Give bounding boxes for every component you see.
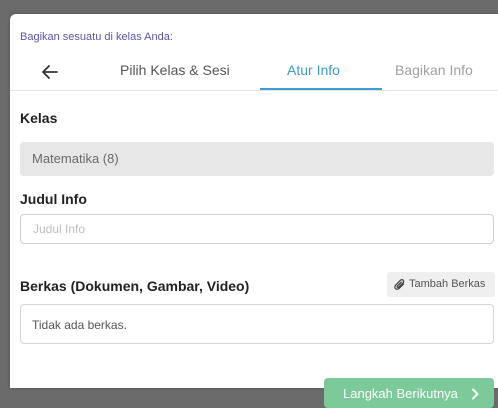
share-dialog: Bagikan sesuatu di kelas Anda: Pilih Kel… <box>10 14 498 408</box>
file-list: Tidak ada berkas. <box>20 304 494 344</box>
add-file-label: Tambah Berkas <box>409 278 486 290</box>
judul-info-input[interactable] <box>20 214 494 244</box>
empty-files-text: Tidak ada berkas. <box>32 318 127 332</box>
next-step-button[interactable]: Langkah Berikutnya <box>324 378 494 408</box>
add-file-button[interactable]: Tambah Berkas <box>387 272 495 297</box>
dialog-title: Bagikan sesuatu di kelas Anda: <box>20 31 173 43</box>
tab-atur-info[interactable]: Atur Info <box>287 62 340 78</box>
next-step-label: Langkah Berikutnya <box>343 386 458 401</box>
chevron-right-icon <box>472 388 479 400</box>
dialog-header: Bagikan sesuatu di kelas Anda: Pilih Kel… <box>10 14 498 90</box>
kelas-label: Kelas <box>20 110 58 126</box>
step-tabs: Pilih Kelas & Sesi Atur Info Bagikan Inf… <box>10 60 498 90</box>
back-button[interactable] <box>38 60 62 84</box>
paperclip-icon <box>394 279 405 290</box>
tab-pilih-kelas[interactable]: Pilih Kelas & Sesi <box>120 62 230 78</box>
kelas-field: Matematika (8) <box>20 142 494 176</box>
kelas-value: Matematika (8) <box>32 151 119 166</box>
tab-bagikan-info[interactable]: Bagikan Info <box>395 62 473 78</box>
header-divider <box>10 90 498 91</box>
arrow-left-icon <box>42 65 58 79</box>
judul-info-label: Judul Info <box>20 191 87 207</box>
berkas-label: Berkas (Dokumen, Gambar, Video) <box>20 278 250 294</box>
